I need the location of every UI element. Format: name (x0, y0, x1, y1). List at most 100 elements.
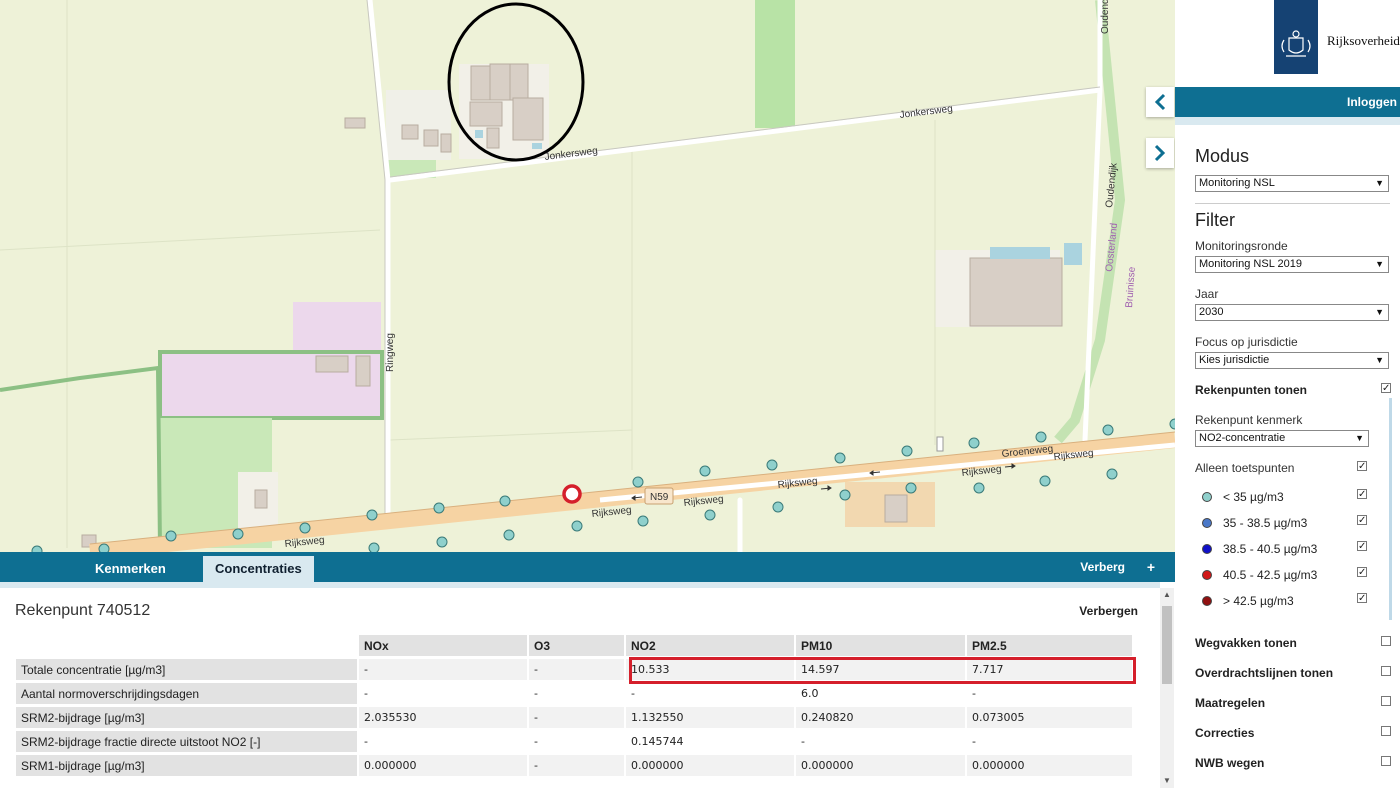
legend-dot-35-385 (1202, 518, 1212, 528)
login-button[interactable]: Inloggen (1347, 87, 1397, 117)
legend-dot-lt35 (1202, 492, 1212, 502)
cell-o3: - (529, 755, 624, 776)
dropdown-caret-icon: ▼ (1375, 307, 1384, 317)
table-header-pm10: PM10 (796, 635, 965, 656)
cell-nox: 2.035530 (359, 707, 527, 728)
legend-label-lt35: < 35 µg/m3 (1223, 490, 1284, 504)
cell-pm25: 0.000000 (967, 755, 1132, 776)
cell-pm25: - (972, 687, 976, 700)
filter-title: Filter (1195, 210, 1235, 230)
table-header-pm25: PM2.5 (967, 635, 1132, 656)
table-header-nox: NOx (359, 635, 527, 656)
cell-nox: - (364, 687, 368, 700)
dropdown-caret-icon: ▼ (1375, 178, 1384, 188)
road-label-n59: N59 (650, 492, 669, 503)
table-row: SRM2-bijdrage [µg/m3] 2.035530 - 1.13255… (16, 707, 1132, 728)
cell-o3: - (534, 687, 538, 700)
legend-checkbox-385-405[interactable]: ✓ (1357, 541, 1367, 552)
legend-dot-385-405 (1202, 544, 1212, 554)
nwb-wegen-checkbox[interactable] (1381, 756, 1391, 766)
table-header-no2: NO2 (626, 635, 794, 656)
tab-kenmerken[interactable]: Kenmerken (83, 556, 178, 582)
cell-no2: 1.132550 (626, 707, 794, 728)
cell-no2: 0.145744 (631, 735, 684, 748)
cell-pm10: 6.0 (801, 687, 819, 700)
legend-checkbox-lt35[interactable]: ✓ (1357, 489, 1367, 500)
rekenpunten-tonen-checkbox[interactable]: ✓ (1381, 383, 1391, 394)
scroll-down-icon[interactable]: ▼ (1163, 776, 1171, 785)
chevron-left-icon (1154, 93, 1166, 111)
cell-o3: - (529, 659, 624, 680)
monitoringsronde-select[interactable]: Monitoring NSL 2019 ▼ (1195, 256, 1389, 273)
table-row: SRM1-bijdrage [µg/m3] 0.000000 - 0.00000… (16, 755, 1132, 776)
cell-no2: - (631, 687, 635, 700)
modus-select[interactable]: Monitoring NSL ▼ (1195, 175, 1389, 192)
table-header-o3: O3 (529, 635, 624, 656)
jaar-select-value: 2030 (1199, 306, 1224, 318)
bottom-panel-scrollbar[interactable]: ▲ ▼ (1160, 588, 1174, 788)
concentraties-panel: Rekenpunt 740512 Verbergen NOx O3 NO2 PM… (0, 582, 1160, 788)
cell-nox: 0.000000 (359, 755, 527, 776)
cell-no2: 10.533 (626, 659, 794, 680)
jaar-label: Jaar (1195, 287, 1219, 301)
table-row: Totale concentratie [µg/m3] - - 10.533 1… (16, 659, 1132, 680)
wegvakken-tonen-checkbox[interactable] (1381, 636, 1391, 646)
overdrachtslijnen-tonen-checkbox[interactable] (1381, 666, 1391, 676)
road-label-ringweg: Ringweg (385, 333, 396, 372)
collapse-sidebar-button[interactable] (1146, 87, 1174, 117)
expand-sidebar-button[interactable] (1146, 138, 1174, 168)
cell-pm10: 0.240820 (796, 707, 965, 728)
scrollbar-thumb[interactable] (1162, 606, 1172, 684)
legend-checkbox-35-385[interactable]: ✓ (1357, 515, 1367, 526)
table-row: SRM2-bijdrage fractie directe uitstoot N… (16, 731, 1132, 752)
selected-calculation-point[interactable] (562, 484, 582, 504)
legend-checkbox-gt425[interactable]: ✓ (1357, 593, 1367, 604)
dropdown-caret-icon: ▼ (1355, 433, 1364, 443)
legend-label-385-405: 38.5 - 40.5 µg/m3 (1223, 542, 1318, 556)
row-label: Aantal normoverschrijdingsdagen (16, 683, 357, 704)
chevron-right-icon (1154, 144, 1166, 162)
overdrachtslijnen-tonen-label: Overdrachtslijnen tonen (1195, 666, 1334, 680)
legend-label-35-385: 35 - 38.5 µg/m3 (1223, 516, 1308, 530)
scroll-up-icon[interactable]: ▲ (1163, 590, 1171, 599)
place-label-bruinisse: Bruinisse (1124, 266, 1138, 308)
nwb-wegen-label: NWB wegen (1195, 756, 1265, 770)
concentration-table: NOx O3 NO2 PM10 PM2.5 Totale concentrati… (14, 632, 1134, 779)
cell-nox: - (364, 735, 368, 748)
alleen-toetspunten-checkbox[interactable]: ✓ (1357, 461, 1367, 472)
jurisdictie-select[interactable]: Kies jurisdictie ▼ (1195, 352, 1389, 369)
pink-field-2 (158, 350, 384, 420)
wegvakken-tonen-label: Wegvakken tonen (1195, 636, 1297, 650)
maatregelen-checkbox[interactable] (1381, 696, 1391, 706)
monitoringsronde-label: Monitoringsronde (1195, 239, 1288, 253)
legend-checkbox-405-425[interactable]: ✓ (1357, 567, 1367, 578)
verberg-button[interactable]: Verberg (1080, 552, 1125, 582)
sidebar: Rijksoverheid Inloggen Modus Monitoring … (1175, 0, 1400, 788)
cell-pm10: - (801, 735, 805, 748)
bottom-tab-bar: Kenmerken Concentraties Verberg + (0, 552, 1175, 582)
jaar-select[interactable]: 2030 ▼ (1195, 304, 1389, 321)
monitoringsronde-select-value: Monitoring NSL 2019 (1199, 258, 1302, 270)
map-svg: Jonkersweg Jonkersweg Ringweg Oudendijk … (0, 0, 1175, 552)
login-bar-shadow (1175, 117, 1400, 125)
cell-pm25: 7.717 (967, 659, 1132, 680)
cell-pm10: 0.000000 (796, 755, 965, 776)
correcties-label: Correcties (1195, 726, 1255, 740)
map-canvas[interactable]: Jonkersweg Jonkersweg Ringweg Oudendijk … (0, 0, 1175, 552)
rekenpunten-tonen-label: Rekenpunten tonen (1195, 383, 1308, 397)
rekenpunt-kenmerk-select-value: NO2-concentratie (1199, 432, 1286, 444)
row-label: SRM1-bijdrage [µg/m3] (16, 755, 357, 776)
table-header-empty (16, 635, 357, 656)
verbergen-button[interactable]: Verbergen (1079, 604, 1138, 618)
tab-concentraties[interactable]: Concentraties (203, 556, 314, 582)
rekenpunt-title: Rekenpunt 740512 (15, 602, 151, 619)
correcties-checkbox[interactable] (1381, 726, 1391, 736)
rijksoverheid-logo (1274, 0, 1318, 74)
dropdown-caret-icon: ▼ (1375, 259, 1384, 269)
rekenpunt-kenmerk-select[interactable]: NO2-concentratie ▼ (1195, 430, 1369, 447)
cell-o3: - (534, 735, 538, 748)
table-row: Aantal normoverschrijdingsdagen - - - 6.… (16, 683, 1132, 704)
road-label-oudendijk-1: Oudendijk (1100, 0, 1111, 34)
legend-label-405-425: 40.5 - 42.5 µg/m3 (1223, 568, 1318, 582)
expand-panel-button[interactable]: + (1147, 552, 1155, 582)
